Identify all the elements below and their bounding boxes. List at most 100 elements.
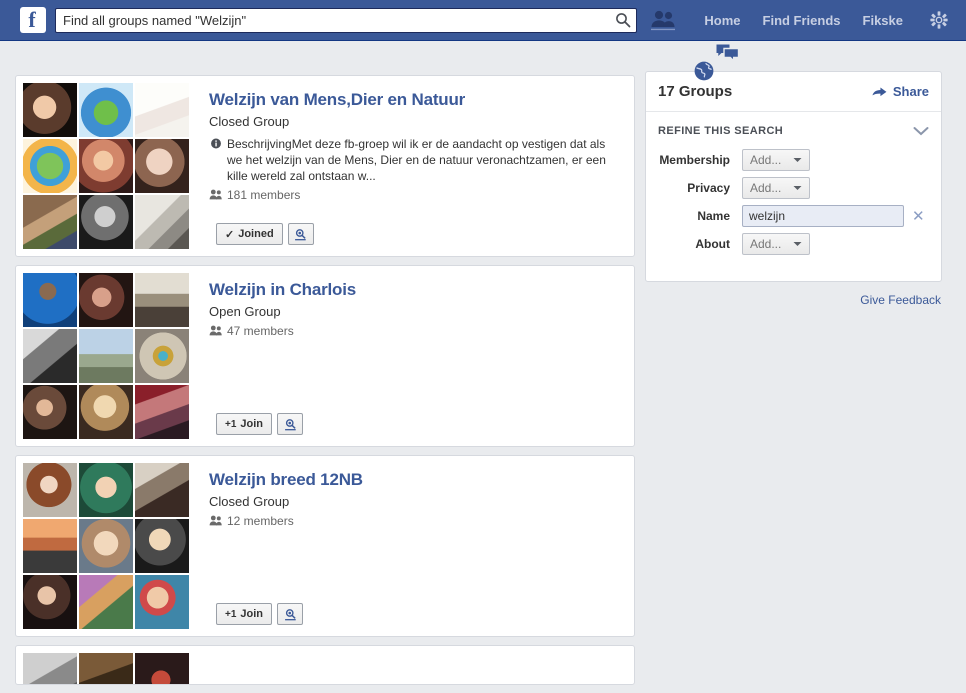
group-photo[interactable] (23, 139, 77, 193)
join-button-label: Join (240, 608, 264, 620)
about-select-value: Add... (750, 237, 782, 251)
group-photo[interactable] (23, 519, 77, 573)
group-photo[interactable] (135, 519, 189, 573)
chevron-down-icon[interactable] (913, 126, 929, 136)
membership-select[interactable]: Add... (742, 149, 811, 171)
results-summary-header: 17 Groups Share (646, 61, 941, 112)
group-title-link[interactable]: Welzijn breed 12NB (209, 470, 363, 490)
group-info (189, 653, 627, 677)
group-photo[interactable] (79, 273, 133, 327)
group-photo[interactable] (135, 385, 189, 439)
group-photo[interactable] (23, 83, 77, 137)
group-photo[interactable] (135, 139, 189, 193)
refine-filters: Membership Add... Privacy Add... Name we… (646, 145, 941, 281)
group-photo[interactable] (79, 575, 133, 629)
group-photo[interactable] (135, 83, 189, 137)
group-photo[interactable] (23, 385, 77, 439)
privacy-select-value: Add... (750, 181, 782, 195)
nav-link-profile[interactable]: Fikske (863, 13, 903, 28)
group-photo[interactable] (79, 83, 133, 137)
group-preview-button[interactable] (287, 223, 314, 245)
group-photo[interactable] (79, 519, 133, 573)
caret-down-icon (793, 242, 802, 246)
group-photo[interactable] (79, 653, 133, 684)
group-photo-mosaic[interactable] (23, 273, 189, 439)
group-photo[interactable] (23, 329, 77, 383)
group-photo[interactable] (135, 329, 189, 383)
filter-row-about: About Add... (658, 233, 929, 255)
group-result-card-partial[interactable] (15, 645, 635, 685)
feedback-container: Give Feedback (645, 293, 942, 307)
group-preview-button[interactable] (277, 603, 304, 625)
group-photo-mosaic[interactable] (23, 83, 189, 249)
top-navigation-bar: f Home Find Friends Fikske (0, 0, 966, 41)
nav-link-find-friends[interactable]: Find Friends (763, 13, 841, 28)
group-title-link[interactable]: Welzijn van Mens,Dier en Natuur (209, 90, 465, 110)
group-result-card[interactable]: Welzijn van Mens,Dier en Natuur Closed G… (15, 75, 635, 257)
group-result-card[interactable]: Welzijn in Charlois Open Group 47 member… (15, 265, 635, 447)
nav-link-home[interactable]: Home (704, 13, 740, 28)
group-photo[interactable] (79, 195, 133, 249)
refine-header[interactable]: REFINE THIS SEARCH (646, 112, 941, 145)
group-result-card[interactable]: Welzijn breed 12NB Closed Group 12 membe… (15, 455, 635, 637)
group-photo[interactable] (135, 463, 189, 517)
group-photo-mosaic[interactable] (23, 463, 189, 629)
info-icon (211, 138, 221, 149)
name-filter-input[interactable] (742, 205, 904, 227)
group-photo[interactable] (23, 575, 77, 629)
joined-button-label: Joined (238, 228, 274, 240)
group-title-link[interactable]: Welzijn in Charlois (209, 280, 356, 300)
give-feedback-link[interactable]: Give Feedback (860, 293, 941, 307)
share-button-label: Share (892, 84, 929, 99)
group-description-text: BeschrijvingMet deze fb-groep wil ik er … (227, 137, 606, 183)
group-photo[interactable] (135, 653, 189, 684)
group-photo[interactable] (23, 273, 77, 327)
friends-icon[interactable] (649, 7, 679, 33)
members-icon (209, 515, 222, 526)
search-results-list: Welzijn van Mens,Dier en Natuur Closed G… (15, 75, 635, 693)
join-button[interactable]: +1 Join (216, 603, 273, 625)
group-action-row: +1 Join (216, 603, 304, 625)
group-photo[interactable] (79, 329, 133, 383)
filter-label-name: Name (697, 209, 730, 223)
group-privacy-label: Closed Group (209, 114, 290, 129)
group-privacy-label: Open Group (209, 304, 281, 319)
members-icon (209, 325, 222, 336)
group-photo[interactable] (23, 463, 77, 517)
group-photo[interactable] (135, 273, 189, 327)
group-preview-button[interactable] (277, 413, 304, 435)
group-photo-mosaic[interactable] (23, 653, 189, 684)
about-select[interactable]: Add... (742, 233, 811, 255)
group-photo[interactable] (23, 195, 77, 249)
group-members-row: 12 members (209, 514, 627, 528)
search-input[interactable] (55, 7, 637, 33)
group-photo[interactable] (79, 139, 133, 193)
check-icon: ✓ (225, 228, 235, 241)
group-photo[interactable] (135, 195, 189, 249)
facebook-logo-letter: f (28, 7, 36, 32)
join-button[interactable]: +1 Join (216, 413, 273, 435)
facebook-logo[interactable]: f (20, 7, 46, 33)
group-members-count: 181 members (227, 188, 301, 202)
share-button[interactable]: Share (872, 84, 929, 99)
group-privacy-label: Closed Group (209, 494, 290, 509)
filter-label-about: About (695, 237, 730, 251)
plus-one-icon: +1 (225, 418, 237, 430)
nav-right-group: Home Find Friends Fikske (649, 0, 966, 41)
group-members-row: 47 members (209, 324, 627, 338)
group-action-row: +1 Join (216, 413, 304, 435)
filter-row-name: Name ✕ (658, 205, 929, 227)
join-button-label: Join (240, 418, 264, 430)
group-photo[interactable] (135, 575, 189, 629)
joined-button[interactable]: ✓ Joined (216, 223, 283, 245)
privacy-select[interactable]: Add... (742, 177, 811, 199)
groups-count-label: 17 Groups (658, 83, 733, 100)
refine-sidebar: 17 Groups Share REFINE THIS SEARCH Membe… (645, 61, 942, 307)
filter-label-privacy: Privacy (687, 181, 730, 195)
group-photo[interactable] (79, 463, 133, 517)
gear-icon[interactable] (930, 11, 948, 29)
group-photo[interactable] (79, 385, 133, 439)
clear-x-icon[interactable]: ✕ (912, 209, 925, 224)
group-photo[interactable] (23, 653, 77, 684)
members-icon (209, 189, 222, 200)
